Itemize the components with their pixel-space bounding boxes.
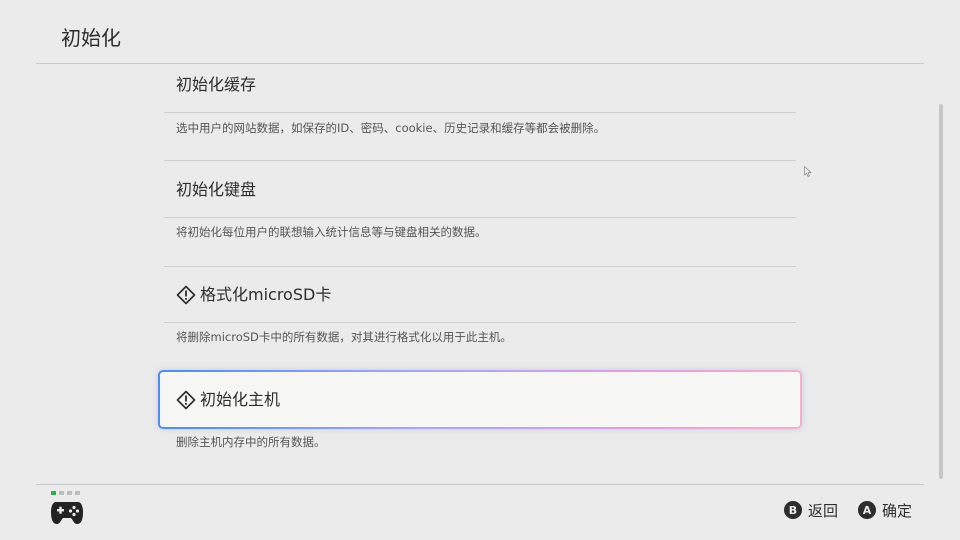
item-label: 初始化键盘 [176, 180, 257, 199]
scrollbar[interactable] [939, 104, 943, 479]
selection-highlight: 初始化主机 [160, 372, 800, 427]
back-label: 返回 [807, 501, 838, 520]
item-description: 删除主机内存中的所有数据。 [176, 435, 326, 449]
list-item-reset-keyboard[interactable]: 初始化键盘 将初始化每位用户的联想输入统计信息等与键盘相关的数据。 [164, 161, 796, 267]
item-label: 初始化缓存 [176, 75, 257, 94]
settings-list: 初始化缓存 选中用户的网站数据，如保存的ID、密码、cookie、历史记录和缓存… [0, 0, 960, 540]
list-item-initialize-console[interactable]: 初始化主机 [158, 370, 802, 429]
warning-icon [176, 285, 196, 305]
footer-divider [36, 484, 924, 485]
a-button-icon: A [857, 501, 876, 519]
confirm-button[interactable]: A 确定 [857, 500, 912, 521]
item-divider [164, 322, 796, 323]
list-item-clear-cache[interactable]: 初始化缓存 选中用户的网站数据，如保存的ID、密码、cookie、历史记录和缓存… [164, 64, 796, 161]
item-label: 格式化microSD卡 [200, 285, 332, 304]
player-indicator-1 [51, 491, 56, 495]
item-label: 初始化主机 [200, 390, 281, 409]
footer-button-hints: B 返回 A 确定 [783, 498, 912, 522]
confirm-label: 确定 [881, 501, 912, 520]
warning-icon [176, 390, 196, 410]
back-button[interactable]: B 返回 [783, 500, 838, 521]
item-description: 将初始化每位用户的联想输入统计信息等与键盘相关的数据。 [176, 225, 487, 239]
item-description: 选中用户的网站数据，如保存的ID、密码、cookie、历史记录和缓存等都会被删除… [176, 121, 606, 135]
list-item-format-microsd[interactable]: 格式化microSD卡 将删除microSD卡中的所有数据，对其进行格式化以用于… [164, 266, 796, 370]
item-divider [164, 217, 796, 218]
controller-icon [51, 491, 83, 524]
item-divider [164, 112, 796, 113]
item-description: 将删除microSD卡中的所有数据，对其进行格式化以用于此主机。 [176, 330, 512, 344]
b-button-icon: B [783, 501, 802, 519]
mouse-pointer-icon [804, 166, 812, 177]
